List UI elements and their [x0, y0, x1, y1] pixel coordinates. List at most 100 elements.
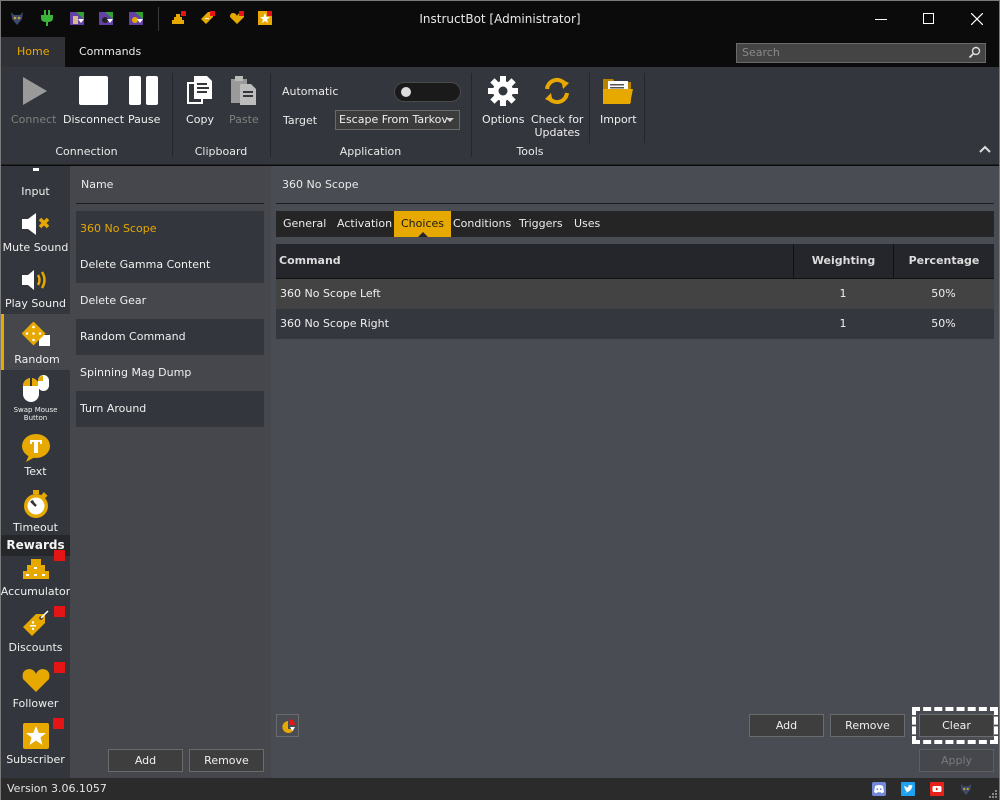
- twitter-icon[interactable]: [901, 782, 915, 796]
- list-item[interactable]: 360 No Scope: [76, 211, 264, 247]
- minimize-button[interactable]: [858, 5, 904, 33]
- sidebar-item-mute-sound[interactable]: Mute Sound: [1, 202, 70, 258]
- disconnect-button[interactable]: Disconnect: [63, 73, 124, 126]
- chevron-up-icon: [979, 145, 991, 153]
- sidebar-item-timeout[interactable]: Timeout: [1, 482, 70, 538]
- tab-commands[interactable]: Commands: [63, 37, 157, 67]
- tab-triggers[interactable]: Triggers: [512, 211, 570, 237]
- tab-choices-label: Choices: [401, 217, 444, 230]
- apply-button[interactable]: Apply: [919, 749, 994, 772]
- youtube-icon[interactable]: [930, 782, 944, 796]
- search-icon[interactable]: [968, 46, 981, 62]
- action-sidebar: Input Mute Sound Play Sound Random Swap …: [1, 166, 70, 778]
- sidebar-item-swap-mouse-button[interactable]: Swap Mouse Button: [1, 370, 70, 426]
- new-badge: [53, 662, 65, 673]
- command-detail-panel: 360 No Scope General Activation Choices …: [271, 166, 999, 778]
- resize-grip-icon[interactable]: [989, 790, 997, 798]
- search-input[interactable]: Search: [736, 43, 986, 63]
- cell-weighting: 1: [839, 287, 847, 300]
- text-bubble-icon: [21, 433, 51, 463]
- list-item[interactable]: Turn Around: [76, 391, 264, 427]
- connect-button[interactable]: Connect: [11, 73, 56, 126]
- tab-home[interactable]: Home: [1, 37, 66, 67]
- tab-conditions[interactable]: Conditions: [446, 211, 518, 237]
- gear-icon: [487, 73, 519, 109]
- list-item[interactable]: Delete Gear: [76, 283, 264, 319]
- version-label: Version 3.06.1057: [7, 782, 107, 795]
- sidebar-item-input[interactable]: Input: [1, 166, 70, 202]
- sidebar-item-random[interactable]: Random: [1, 314, 70, 370]
- copy-button[interactable]: Copy: [186, 73, 214, 126]
- distribution-chart-button[interactable]: [276, 714, 299, 737]
- sidebar-item-text[interactable]: Text: [1, 426, 70, 482]
- maximize-icon: [923, 13, 934, 24]
- table-row[interactable]: 360 No Scope Left 1 50%: [276, 279, 994, 309]
- play-icon: [19, 73, 49, 109]
- cell-weighting: 1: [839, 317, 847, 330]
- accumulator-icon: [21, 550, 65, 583]
- sidebar-item-follower[interactable]: Follower: [1, 658, 70, 714]
- column-header-command[interactable]: Command: [279, 244, 793, 278]
- copy-icon: [186, 73, 214, 109]
- sidebar-item-label: Discounts: [8, 641, 63, 654]
- heart-icon: [21, 662, 65, 695]
- sidebar-item-label: Follower: [12, 697, 59, 710]
- table-row[interactable]: 360 No Scope Right 1 50%: [276, 309, 994, 339]
- name-column-header[interactable]: Name: [76, 166, 264, 204]
- automatic-toggle[interactable]: [394, 82, 461, 102]
- tab-general[interactable]: General: [276, 211, 333, 237]
- check-updates-button[interactable]: Check for Updates: [531, 73, 583, 139]
- tab-uses[interactable]: Uses: [567, 211, 607, 237]
- sidebar-item-subscriber[interactable]: Subscriber: [1, 714, 70, 770]
- options-label: Options: [482, 113, 525, 126]
- command-list-panel: Name 360 No Scope Delete Gamma Content D…: [70, 166, 271, 778]
- options-button[interactable]: Options: [482, 73, 524, 126]
- sidebar-item-label: Accumulator: [1, 585, 70, 598]
- sidebar-item-label: Mute Sound: [2, 241, 69, 254]
- remove-choice-button[interactable]: Remove: [830, 714, 905, 737]
- dice-icon: [22, 321, 52, 351]
- add-choice-button[interactable]: Add: [749, 714, 824, 737]
- app-logo-icon[interactable]: [959, 782, 973, 796]
- cell-percentage: 50%: [931, 287, 956, 300]
- clear-choices-button[interactable]: Clear: [919, 714, 994, 737]
- command-title: 360 No Scope: [276, 166, 994, 204]
- tab-choices[interactable]: Choices: [394, 211, 451, 237]
- stopwatch-icon: [21, 489, 51, 519]
- list-item[interactable]: Delete Gamma Content: [76, 247, 264, 283]
- copy-label: Copy: [186, 113, 214, 126]
- new-badge: [52, 718, 64, 729]
- column-header-weighting[interactable]: Weighting: [793, 244, 893, 278]
- add-command-button[interactable]: Add: [108, 749, 183, 772]
- sidebar-item-label-2: Button: [23, 414, 48, 422]
- list-item[interactable]: Spinning Mag Dump: [76, 355, 264, 391]
- sidebar-item-play-sound[interactable]: Play Sound: [1, 258, 70, 314]
- maximize-button[interactable]: [906, 5, 952, 33]
- paste-button[interactable]: Paste: [229, 73, 259, 126]
- tab-activation[interactable]: Activation: [330, 211, 399, 237]
- tools-group-label: Tools: [516, 145, 544, 158]
- close-button[interactable]: [954, 5, 1000, 33]
- disconnect-label: Disconnect: [63, 113, 125, 126]
- toggle-knob: [401, 87, 411, 97]
- active-tab-indicator: [417, 232, 428, 237]
- sidebar-item-accumulator[interactable]: Accumulator: [1, 546, 70, 602]
- sidebar-item-label: Timeout: [13, 521, 58, 534]
- chevron-down-icon: [446, 118, 454, 122]
- cell-command: 360 No Scope Left: [280, 287, 381, 300]
- list-item[interactable]: Random Command: [76, 319, 264, 355]
- mute-sound-icon: [20, 209, 52, 239]
- column-header-percentage[interactable]: Percentage: [893, 244, 994, 278]
- target-select[interactable]: Escape From Tarkov: [335, 110, 460, 130]
- window-title: InstructBot [Administrator]: [419, 12, 581, 26]
- folder-icon: [602, 73, 634, 109]
- collapse-ribbon-button[interactable]: [979, 143, 991, 156]
- mouse-icon: [21, 374, 51, 404]
- star-icon: [22, 718, 64, 751]
- pause-button[interactable]: Pause: [128, 73, 160, 126]
- new-badge: [53, 550, 65, 561]
- remove-command-button[interactable]: Remove: [189, 749, 264, 772]
- discord-icon[interactable]: [872, 782, 886, 796]
- sidebar-item-discounts[interactable]: Discounts: [1, 602, 70, 658]
- import-button[interactable]: Import: [600, 73, 637, 126]
